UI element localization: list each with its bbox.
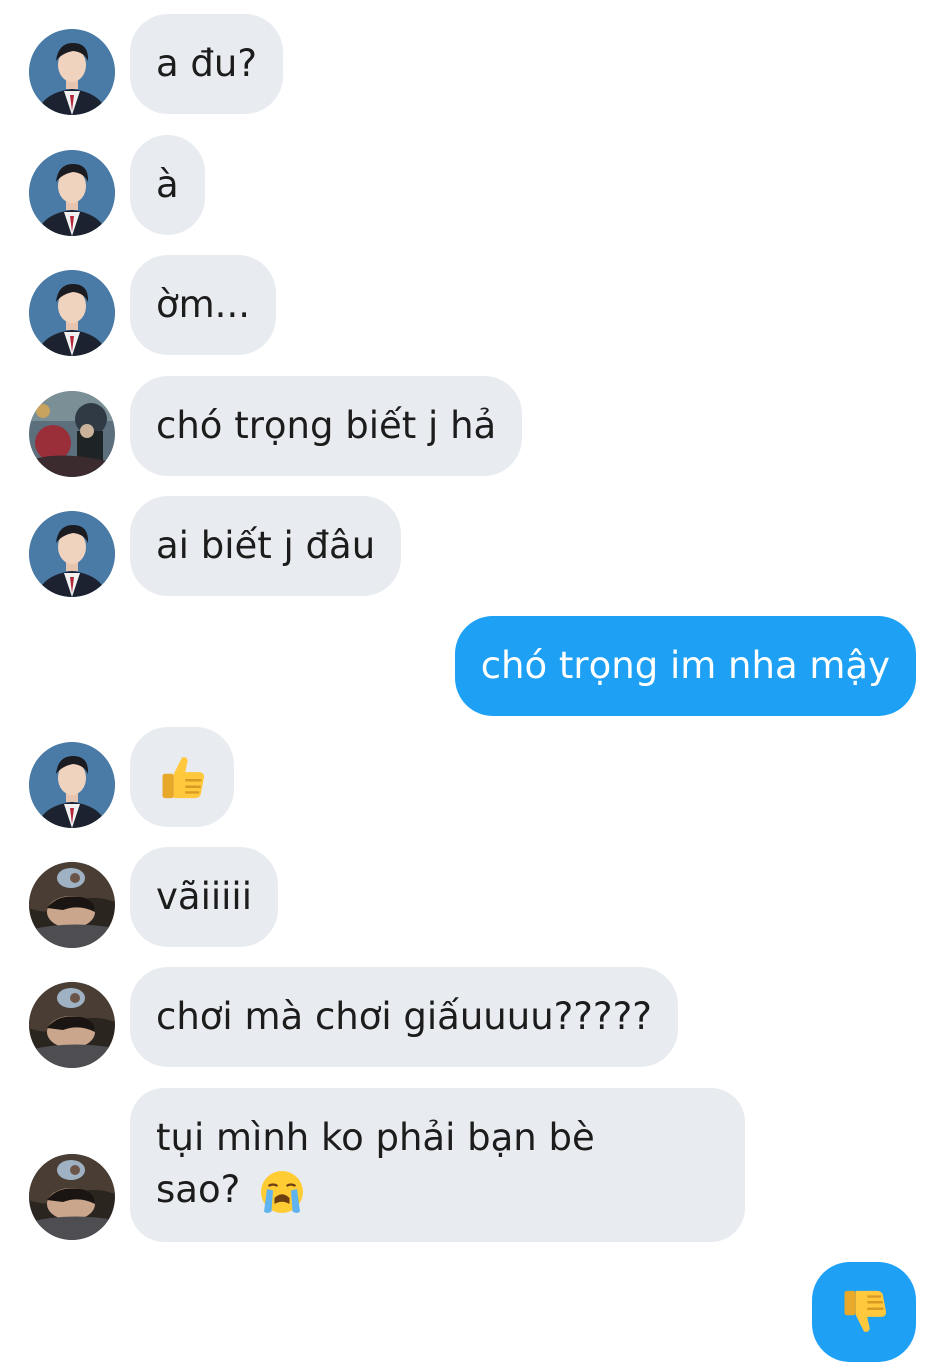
avatar-suit-image xyxy=(29,270,115,356)
incoming-message-bubble[interactable]: chơi mà chơi giấuuuu????? xyxy=(130,967,678,1067)
avatar-suit-image xyxy=(29,150,115,236)
avatar-sleep-image xyxy=(29,982,115,1068)
message-text: à xyxy=(156,163,179,206)
incoming-message-bubble[interactable]: vãiiiii xyxy=(130,847,278,947)
avatar[interactable] xyxy=(29,150,115,236)
message-text: chơi mà chơi giấuuuu????? xyxy=(156,995,652,1038)
incoming-message-bubble[interactable]: tụi mình ko phải bạn bè sao? xyxy=(130,1088,745,1242)
incoming-message-bubble[interactable]: à xyxy=(130,135,205,235)
thumbs-down-icon xyxy=(838,1284,890,1340)
avatar[interactable] xyxy=(29,270,115,356)
outgoing-emoji-bubble[interactable] xyxy=(812,1262,916,1362)
avatar[interactable] xyxy=(29,982,115,1068)
message-text: ai biết j đâu xyxy=(156,524,376,567)
message-text: chó trọng im nha mậy xyxy=(480,644,890,687)
message-text-line-2-text: sao? xyxy=(156,1168,241,1211)
message-text: a đu? xyxy=(156,42,258,85)
message-text: ờm... xyxy=(156,283,250,326)
avatar-sleep-image xyxy=(29,862,115,948)
avatar-sleep-image xyxy=(29,1154,115,1240)
avatar[interactable] xyxy=(29,391,115,477)
avatar[interactable] xyxy=(29,1154,115,1240)
avatar[interactable] xyxy=(29,29,115,115)
avatar-suit-image xyxy=(29,29,115,115)
avatar[interactable] xyxy=(29,742,115,828)
message-text: chó trọng biết j hả xyxy=(156,404,497,447)
thumbs-up-icon xyxy=(156,749,208,805)
incoming-emoji-bubble[interactable] xyxy=(130,727,234,827)
message-text-line-1: tụi mình ko phải bạn bè xyxy=(156,1116,595,1159)
incoming-message-bubble[interactable]: chó trọng biết j hả xyxy=(130,376,523,476)
incoming-message-bubble[interactable]: ai biết j đâu xyxy=(130,496,402,596)
avatar-suit-image xyxy=(29,742,115,828)
outgoing-message-bubble[interactable]: chó trọng im nha mậy xyxy=(454,616,916,716)
incoming-message-bubble[interactable]: a đu? xyxy=(130,14,284,114)
avatar[interactable] xyxy=(29,511,115,597)
message-text: vãiiiii xyxy=(156,875,252,918)
loudly-crying-face-icon xyxy=(258,1168,306,1216)
incoming-message-bubble[interactable]: ờm... xyxy=(130,255,276,355)
message-text-line-2: sao? xyxy=(156,1164,719,1216)
avatar-suit-image xyxy=(29,511,115,597)
avatar[interactable] xyxy=(29,862,115,948)
avatar-art-image xyxy=(29,391,115,477)
chat-thread: a đu? à ờm... chó trọng biết j hả ai biế… xyxy=(0,0,945,1368)
